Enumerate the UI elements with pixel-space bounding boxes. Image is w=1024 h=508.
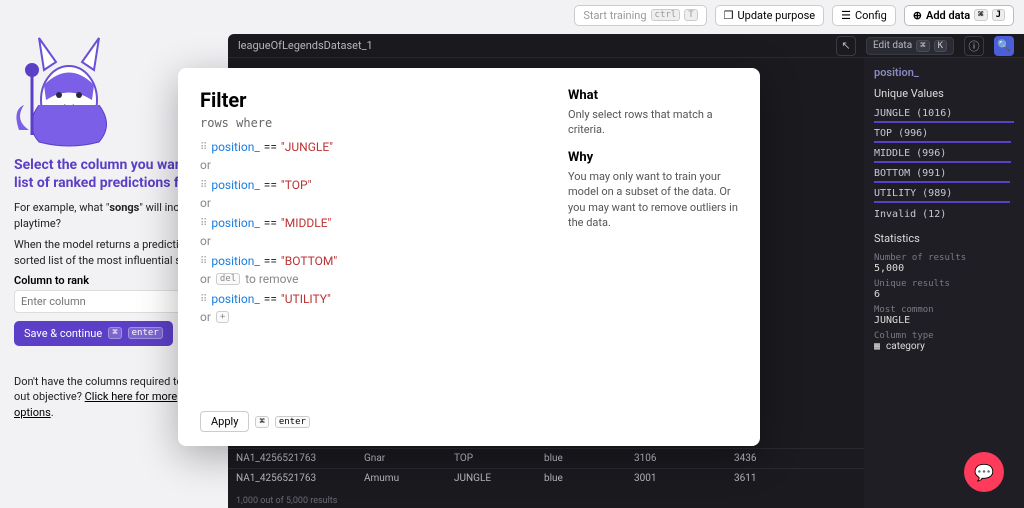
unique-value-row: BOTTOM (991) bbox=[874, 168, 1014, 183]
edit-data-button[interactable]: Edit data ⌘ K bbox=[866, 37, 954, 55]
or-separator: or bbox=[200, 196, 538, 210]
filter-condition[interactable]: ⠿ position_ == "JUNGLE" bbox=[200, 140, 538, 154]
filter-condition[interactable]: ⠿ position_ == "MIDDLE" bbox=[200, 216, 538, 230]
sliders-icon: ☰ bbox=[841, 9, 851, 22]
start-training-button[interactable]: Start training ctrlT bbox=[574, 5, 706, 26]
cube-icon: ❒ bbox=[724, 9, 734, 22]
drag-handle-icon[interactable]: ⠿ bbox=[200, 142, 207, 153]
drag-handle-icon[interactable]: ⠿ bbox=[200, 218, 207, 229]
or-separator: or bbox=[200, 158, 538, 172]
info-icon[interactable]: ⓘ bbox=[964, 36, 984, 56]
add-data-button[interactable]: ⊕ Add data ⌘J bbox=[904, 5, 1014, 26]
unique-values-title: Unique Values bbox=[874, 87, 1014, 100]
apply-button[interactable]: Apply bbox=[200, 411, 249, 432]
modal-title: Filter bbox=[200, 88, 538, 112]
filter-condition[interactable]: ⠿ position_ == "UTILITY" bbox=[200, 292, 538, 306]
update-purpose-button[interactable]: ❒ Update purpose bbox=[715, 5, 824, 26]
add-condition-button[interactable]: + bbox=[216, 311, 229, 323]
config-button[interactable]: ☰ Config bbox=[832, 5, 896, 26]
or-separator: or bbox=[200, 234, 538, 248]
help-fab[interactable]: 💬 bbox=[964, 452, 1004, 492]
topbar: Start training ctrlT ❒ Update purpose ☰ … bbox=[564, 0, 1024, 30]
mascot-illustration bbox=[14, 30, 124, 150]
why-heading: Why bbox=[568, 150, 738, 165]
filter-condition[interactable]: ⠿ position_ == "BOTTOM" bbox=[200, 254, 538, 268]
table-row[interactable]: NA1_4256521763Gnar TOPblue 31063436 bbox=[228, 448, 864, 468]
unique-value-row: MIDDLE (996) bbox=[874, 148, 1014, 163]
or-add-hint: or + bbox=[200, 310, 538, 324]
table-row[interactable]: NA1_4256521763Amumu JUNGLEblue 30013611 bbox=[228, 468, 864, 488]
modal-subhead: rows where bbox=[200, 116, 538, 130]
drag-handle-icon[interactable]: ⠿ bbox=[200, 256, 207, 267]
column-inspector: position_ Unique Values JUNGLE (1016) TO… bbox=[864, 58, 1024, 508]
search-icon[interactable]: 🔍 bbox=[994, 36, 1014, 56]
unique-value-row: JUNGLE (1016) bbox=[874, 108, 1014, 123]
inspector-col-name: position_ bbox=[874, 66, 1014, 79]
plus-icon: ⊕ bbox=[913, 9, 922, 22]
dataset-title: leagueOfLegendsDataset_1 bbox=[238, 39, 826, 52]
drag-handle-icon[interactable]: ⠿ bbox=[200, 294, 207, 305]
why-text: You may only want to train your model on… bbox=[568, 169, 738, 231]
invalid-count: Invalid (12) bbox=[874, 209, 1014, 220]
what-heading: What bbox=[568, 88, 738, 103]
save-continue-button[interactable]: Save & continue ⌘enter bbox=[14, 321, 173, 346]
unique-value-row: TOP (996) bbox=[874, 128, 1014, 143]
filter-modal: Filter rows where ⠿ position_ == "JUNGLE… bbox=[178, 68, 760, 446]
chat-icon: 💬 bbox=[974, 463, 994, 482]
or-delete-hint: or del to remove bbox=[200, 272, 538, 286]
data-table: NA1_4256521763Gnar TOPblue 31063436 NA1_… bbox=[228, 448, 864, 488]
result-count: 1,000 out of 5,000 results bbox=[228, 494, 345, 508]
drag-handle-icon[interactable]: ⠿ bbox=[200, 180, 207, 191]
unique-value-row: UTILITY (989) bbox=[874, 188, 1014, 203]
what-text: Only select rows that match a criteria. bbox=[568, 107, 738, 138]
cursor-icon[interactable]: ↖ bbox=[836, 36, 856, 56]
filter-condition[interactable]: ⠿ position_ == "TOP" bbox=[200, 178, 538, 192]
stats-title: Statistics bbox=[874, 232, 1014, 245]
